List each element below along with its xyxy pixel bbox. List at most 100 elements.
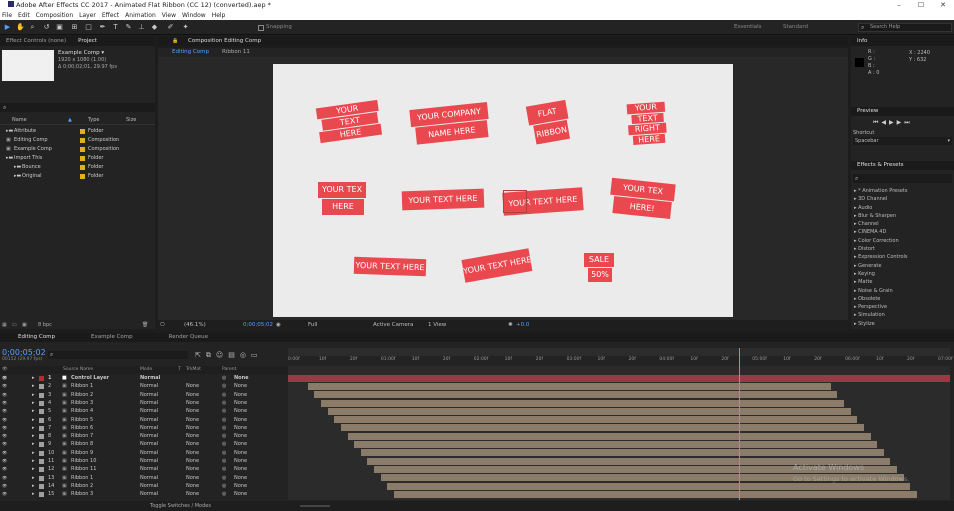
trkmat-dropdown[interactable]: None (186, 399, 199, 407)
effect-category[interactable]: ▸ Keying (854, 270, 954, 278)
pickwhip-icon[interactable]: ◎ (222, 391, 226, 399)
composition-tab[interactable]: Composition Editing Comp (188, 38, 261, 44)
menu-animation[interactable]: Animation (125, 11, 156, 20)
layer-label-swatch[interactable] (39, 425, 44, 431)
effect-category[interactable]: ▸ Matte (854, 278, 954, 286)
effect-category[interactable]: ▸ Blur & Sharpen (854, 212, 954, 220)
eye-icon[interactable]: 👁 (2, 482, 7, 490)
disclosure-triangle-icon[interactable]: ▸ (32, 391, 35, 399)
disclosure-triangle-icon[interactable]: ▸ (32, 416, 35, 424)
layer-label-swatch[interactable] (39, 467, 44, 473)
pickwhip-icon[interactable]: ◎ (222, 399, 226, 407)
rotate-tool-icon[interactable]: ↺ (42, 23, 51, 32)
eye-icon[interactable]: 👁 (2, 374, 7, 382)
disclosure-triangle-icon[interactable]: ▸ (32, 382, 35, 390)
time-ruler[interactable]: 0:00f 10f 20f 01:00f 10f 20f 02:00f 10f 20f 03:00… (288, 356, 953, 366)
menu-edit[interactable]: Edit (18, 11, 30, 20)
pickwhip-icon[interactable]: ◎ (222, 416, 226, 424)
disclosure-triangle-icon[interactable]: ▸ (32, 449, 35, 457)
mode-dropdown[interactable]: Normal (140, 474, 158, 482)
disclosure-triangle-icon[interactable]: ▸ (32, 482, 35, 490)
pickwhip-icon[interactable]: ◎ (222, 440, 226, 448)
tab-effect-controls[interactable]: Effect Controls (none) (0, 37, 72, 46)
parent-dropdown[interactable]: None (234, 391, 247, 399)
eye-icon[interactable]: 👁 (2, 490, 7, 498)
draft-3d-icon[interactable]: ⧉ (206, 351, 216, 359)
trkmat-dropdown[interactable]: None (186, 416, 199, 424)
layer-row[interactable]: 👁 ▸ 12 ▣ Ribbon 11 Normal None ◎ None (0, 465, 288, 473)
layer-row[interactable]: 👁 ▸ 10 ▣ Ribbon 9 Normal None ◎ None (0, 449, 288, 457)
effect-category[interactable]: ▸ * Animation Presets (854, 187, 954, 195)
parent-dropdown[interactable]: None (234, 482, 247, 490)
layer-label-swatch[interactable] (39, 434, 44, 440)
tl-tab-example-comp[interactable]: Example Comp (61, 333, 139, 342)
parent-dropdown[interactable]: None (234, 465, 247, 473)
disclosure-triangle-icon[interactable]: ▸ (32, 457, 35, 465)
layer-duration-bar[interactable] (387, 482, 911, 490)
layer-duration-bar[interactable] (347, 432, 871, 440)
eye-icon[interactable]: 👁 (2, 449, 7, 457)
parent-dropdown[interactable]: None (234, 457, 247, 465)
eye-icon[interactable]: 👁 (2, 432, 7, 440)
col-type[interactable]: Type (88, 116, 99, 125)
disclosure-triangle-icon[interactable]: ▸ (32, 465, 35, 473)
label-swatch[interactable] (80, 129, 85, 134)
last-frame-icon[interactable]: ⏭ (904, 119, 912, 126)
eye-icon[interactable]: 👁 (2, 440, 7, 448)
pickwhip-icon[interactable]: ◎ (222, 449, 226, 457)
eye-icon[interactable]: 👁 (2, 474, 7, 482)
label-swatch[interactable] (80, 138, 85, 143)
effect-category[interactable]: ▸ Simulation (854, 311, 954, 319)
clone-tool-icon[interactable]: ⊥ (137, 23, 146, 32)
mode-dropdown[interactable]: Normal (140, 449, 158, 457)
subtab-ribbon-11[interactable]: Ribbon 11 (222, 49, 250, 55)
timeline-timecode[interactable]: 0;00;05;02 (2, 348, 46, 357)
label-swatch[interactable] (80, 165, 85, 170)
mode-dropdown[interactable]: Normal (140, 482, 158, 490)
layer-row[interactable]: 👁 ▸ 1 ■ Control Layer Normal ◎ None (0, 374, 288, 382)
pickwhip-icon[interactable]: ◎ (222, 382, 226, 390)
menu-view[interactable]: View (162, 11, 176, 20)
interpret-footage-icon[interactable]: ▦ (2, 322, 7, 328)
layer-duration-bar[interactable] (321, 399, 845, 407)
parent-dropdown[interactable]: None (234, 424, 247, 432)
col-trkmat[interactable]: TrkMat (186, 366, 201, 374)
exposure-value[interactable]: +0.0 (516, 320, 529, 330)
eye-icon[interactable]: 👁 (2, 399, 7, 407)
zoom-slider[interactable] (300, 505, 330, 507)
project-search[interactable]: ⌕ (0, 103, 155, 112)
workspace-essentials[interactable]: Essentials (734, 24, 762, 30)
trkmat-dropdown[interactable]: None (186, 407, 199, 415)
pickwhip-icon[interactable]: ◎ (222, 465, 226, 473)
layer-row[interactable]: 👁 ▸ 4 ▣ Ribbon 3 Normal None ◎ None (0, 399, 288, 407)
frame-blend-icon[interactable]: ▤ (228, 351, 240, 359)
effect-category[interactable]: ▸ Expression Controls (854, 253, 954, 261)
exposure-icon[interactable]: ✺ (508, 320, 513, 330)
always-preview-icon[interactable]: ⎔ (160, 320, 165, 330)
ribbon-graphic[interactable]: SALE 50% (584, 253, 614, 283)
effect-category[interactable]: ▸ Obsolete (854, 295, 954, 303)
trkmat-dropdown[interactable]: None (186, 391, 199, 399)
layer-duration-bar[interactable] (314, 391, 838, 399)
new-folder-icon[interactable]: ▭ (12, 322, 17, 328)
bpc-label[interactable]: 8 bpc (38, 322, 52, 328)
motion-blur-icon[interactable]: ◎ (240, 351, 251, 359)
parent-dropdown[interactable]: None (234, 407, 247, 415)
layer-row[interactable]: 👁 ▸ 13 ▣ Ribbon 1 Normal None ◎ None (0, 474, 288, 482)
layer-label-swatch[interactable] (39, 483, 44, 489)
effect-category[interactable]: ▸ Channel (854, 220, 954, 228)
layer-label-swatch[interactable] (39, 492, 44, 498)
pan-behind-tool-icon[interactable]: ⊞ (70, 23, 79, 32)
eraser-tool-icon[interactable]: ◆ (150, 23, 159, 32)
mode-dropdown[interactable]: Normal (140, 490, 158, 498)
maximize-button[interactable]: ☐ (910, 0, 932, 11)
layer-duration-bar[interactable] (334, 416, 858, 424)
layer-row[interactable]: 👁 ▸ 15 ▣ Ribbon 3 Normal None ◎ None (0, 490, 288, 498)
search-help-box[interactable]: ⌕ Search Help (858, 23, 952, 32)
parent-dropdown[interactable]: None (234, 432, 247, 440)
layer-duration-bar[interactable] (340, 424, 864, 432)
disclosure-triangle-icon[interactable]: ▸ (32, 374, 35, 382)
layer-duration-bar[interactable] (307, 382, 831, 390)
tl-tab-render-queue[interactable]: Render Queue (139, 333, 214, 342)
mode-dropdown[interactable]: Normal (140, 457, 158, 465)
